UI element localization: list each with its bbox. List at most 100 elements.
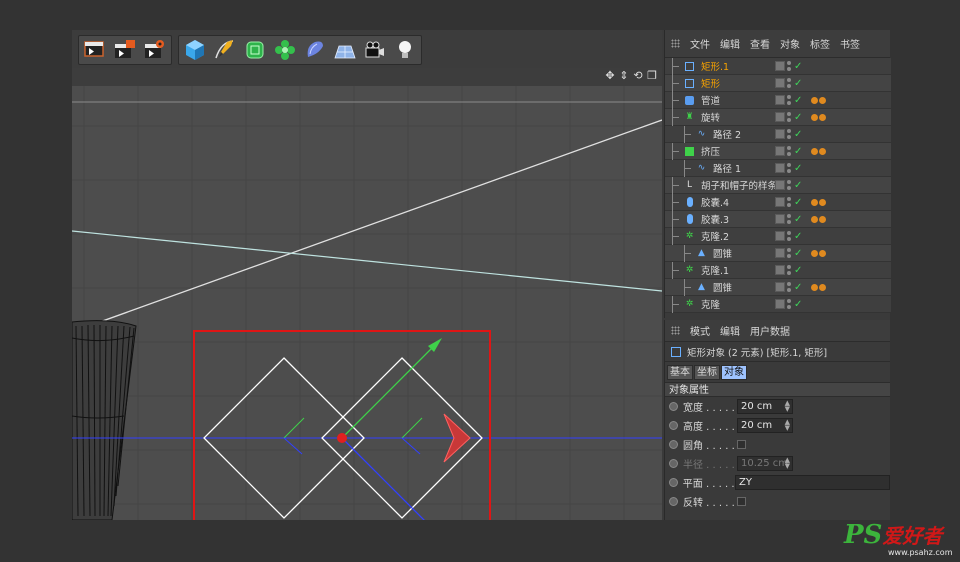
enabled-check-icon[interactable]: ✓	[794, 214, 802, 225]
object-row[interactable]: ▲ 圆锥 ✓	[665, 244, 891, 262]
material-tag-icon[interactable]	[811, 215, 818, 223]
light-icon[interactable]	[392, 37, 418, 63]
visibility-dots-icon[interactable]	[787, 129, 792, 139]
layer-box-icon[interactable]	[775, 282, 785, 292]
plane-select[interactable]: ZY	[735, 475, 890, 490]
visibility-dots-icon[interactable]	[787, 112, 792, 122]
animate-radio-icon[interactable]	[669, 421, 678, 430]
enabled-check-icon[interactable]: ✓	[794, 129, 802, 140]
visibility-dots-icon[interactable]	[787, 299, 792, 309]
tab-object[interactable]: 对象	[721, 364, 747, 380]
deformer-icon[interactable]	[302, 37, 328, 63]
animate-radio-icon[interactable]	[669, 497, 678, 506]
layer-box-icon[interactable]	[775, 163, 785, 173]
menu-edit[interactable]: 编辑	[720, 323, 740, 338]
material-tag-icon[interactable]	[811, 96, 818, 104]
layer-box-icon[interactable]	[775, 248, 785, 258]
tab-basic[interactable]: 基本	[667, 364, 693, 380]
visibility-dots-icon[interactable]	[787, 146, 792, 156]
move-view-icon[interactable]: ✥	[604, 70, 616, 82]
visibility-dots-icon[interactable]	[787, 282, 792, 292]
render-settings-icon[interactable]	[142, 37, 168, 63]
menu-bookmarks[interactable]: 书签	[840, 36, 860, 51]
layer-box-icon[interactable]	[775, 214, 785, 224]
object-row[interactable]: 胶囊.4 ✓	[665, 193, 891, 211]
visibility-dots-icon[interactable]	[787, 163, 792, 173]
subdivision-icon[interactable]	[242, 37, 268, 63]
layer-box-icon[interactable]	[775, 78, 785, 88]
visibility-dots-icon[interactable]	[787, 231, 792, 241]
menu-file[interactable]: 文件	[690, 36, 710, 51]
enabled-check-icon[interactable]: ✓	[794, 180, 802, 191]
menu-user-data[interactable]: 用户数据	[750, 323, 790, 338]
visibility-dots-icon[interactable]	[787, 197, 792, 207]
object-row[interactable]: 胶囊.3 ✓	[665, 210, 891, 228]
object-row[interactable]: 挤压 ✓	[665, 142, 891, 160]
number-field[interactable]: 20 cm ▲ ▼	[737, 399, 793, 414]
object-row[interactable]: 矩形 ✓	[665, 74, 891, 92]
material-tag-icon[interactable]	[811, 198, 818, 206]
layer-box-icon[interactable]	[775, 146, 785, 156]
checkbox[interactable]	[737, 497, 746, 506]
enabled-check-icon[interactable]: ✓	[794, 61, 802, 72]
enabled-check-icon[interactable]: ✓	[794, 248, 802, 259]
gizmo-center[interactable]	[337, 433, 347, 443]
tab-coord[interactable]: 坐标	[694, 364, 720, 380]
menu-edit[interactable]: 编辑	[720, 36, 740, 51]
visibility-dots-icon[interactable]	[787, 61, 792, 71]
enabled-check-icon[interactable]: ✓	[794, 95, 802, 106]
object-row[interactable]: L 胡子和帽子的样条 ✓	[665, 176, 891, 194]
move-gizmo[interactable]	[337, 338, 471, 520]
pen-spline-icon[interactable]	[212, 37, 238, 63]
camera-icon[interactable]	[362, 37, 388, 63]
material-tag-icon[interactable]	[819, 96, 826, 104]
object-row[interactable]: ∿ 路径 2 ✓	[665, 125, 891, 143]
visibility-dots-icon[interactable]	[787, 95, 792, 105]
checkbox[interactable]	[737, 440, 746, 449]
object-row[interactable]: 管道 ✓	[665, 91, 891, 109]
cube-icon[interactable]	[182, 37, 208, 63]
cloner-icon[interactable]	[272, 37, 298, 63]
layer-box-icon[interactable]	[775, 129, 785, 139]
animate-radio-icon[interactable]	[669, 402, 678, 411]
enabled-check-icon[interactable]: ✓	[794, 197, 802, 208]
object-row[interactable]: 矩形.1 ✓	[665, 57, 891, 75]
wireframe-object[interactable]	[72, 320, 137, 520]
visibility-dots-icon[interactable]	[787, 214, 792, 224]
object-row[interactable]: ✲ 克隆.2 ✓	[665, 227, 891, 245]
material-tag-icon[interactable]	[819, 215, 826, 223]
material-tag-icon[interactable]	[819, 198, 826, 206]
panel-grip-icon[interactable]	[671, 326, 680, 335]
layer-box-icon[interactable]	[775, 265, 785, 275]
object-row[interactable]: ✲ 克隆 ✓	[665, 295, 891, 313]
material-tag-icon[interactable]	[819, 283, 826, 291]
object-row[interactable]: ∿ 路径 1 ✓	[665, 159, 891, 177]
enabled-check-icon[interactable]: ✓	[794, 299, 802, 310]
y-axis-handle[interactable]	[341, 345, 435, 439]
layer-box-icon[interactable]	[775, 95, 785, 105]
enabled-check-icon[interactable]: ✓	[794, 265, 802, 276]
visibility-dots-icon[interactable]	[787, 265, 792, 275]
visibility-dots-icon[interactable]	[787, 248, 792, 258]
number-field[interactable]: 20 cm ▲ ▼	[737, 418, 793, 433]
panel-grip-icon[interactable]	[671, 39, 680, 48]
spinner-icon[interactable]: ▲ ▼	[785, 457, 790, 470]
enabled-check-icon[interactable]: ✓	[794, 231, 802, 242]
material-tag-icon[interactable]	[819, 113, 826, 121]
menu-object[interactable]: 对象	[780, 36, 800, 51]
enabled-check-icon[interactable]: ✓	[794, 163, 802, 174]
layer-box-icon[interactable]	[775, 197, 785, 207]
enabled-check-icon[interactable]: ✓	[794, 78, 802, 89]
animate-radio-icon[interactable]	[669, 459, 678, 468]
object-row[interactable]: ▲ 圆锥 ✓	[665, 278, 891, 296]
layer-box-icon[interactable]	[775, 61, 785, 71]
spinner-icon[interactable]: ▲ ▼	[785, 400, 790, 413]
menu-view[interactable]: 查看	[750, 36, 770, 51]
layer-box-icon[interactable]	[775, 180, 785, 190]
menu-tags[interactable]: 标签	[810, 36, 830, 51]
object-row[interactable]: ♜ 旋转 ✓	[665, 108, 891, 126]
maximize-view-icon[interactable]: ❐	[646, 70, 658, 82]
material-tag-icon[interactable]	[819, 147, 826, 155]
material-tag-icon[interactable]	[811, 283, 818, 291]
visibility-dots-icon[interactable]	[787, 180, 792, 190]
